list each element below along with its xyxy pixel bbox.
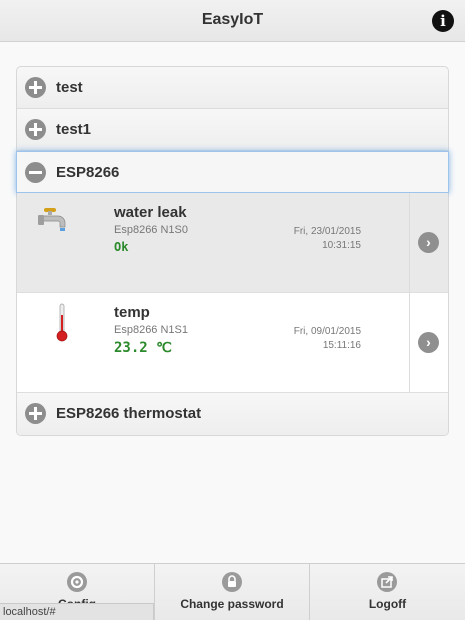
sensor-row-temp[interactable]: temp Esp8266 N1S1 23.2 ℃ Fri, 09/01/2015… (17, 293, 448, 393)
change-password-label: Change password (180, 597, 284, 611)
sensor-time: 10:31:15 (322, 240, 361, 251)
sensor-timestamp: Fri, 09/01/2015 15:11:16 (294, 325, 361, 353)
group-label: test (56, 79, 83, 96)
sensor-name: water leak (114, 204, 187, 221)
logoff-label: Logoff (368, 597, 407, 611)
sensor-groups: test test1 ESP8266 water leak Esp8266 N1… (16, 66, 449, 436)
sensor-time: 15:11:16 (322, 340, 361, 351)
gear-icon (67, 572, 87, 592)
group-test[interactable]: test (17, 67, 448, 109)
sensor-date: Fri, 23/01/2015 (293, 226, 361, 237)
sensor-value: Ok (114, 240, 129, 254)
plus-icon (25, 77, 46, 98)
chevron-right-icon[interactable]: › (418, 332, 439, 353)
sensor-node: Esp8266 N1S0 (114, 224, 188, 236)
logoff-button[interactable]: Logoff (310, 564, 465, 620)
logout-icon (377, 572, 397, 592)
sensor-value: 23.2 ℃ (114, 340, 172, 356)
group-esp8266-thermostat[interactable]: ESP8266 thermostat (17, 393, 448, 435)
thermometer-icon (56, 303, 68, 342)
change-password-button[interactable]: Change password (155, 564, 310, 620)
faucet-icon (38, 208, 66, 231)
sensor-date: Fri, 09/01/2015 (293, 326, 361, 337)
group-test1[interactable]: test1 (17, 109, 448, 151)
sensor-main[interactable]: water leak Esp8266 N1S0 Ok Fri, 23/01/20… (17, 193, 410, 292)
group-esp8266[interactable]: ESP8266 (16, 151, 449, 193)
sensor-name: temp (114, 304, 150, 321)
minus-icon (25, 162, 46, 183)
group-label: test1 (56, 121, 92, 138)
group-esp8266-content: water leak Esp8266 N1S0 Ok Fri, 23/01/20… (17, 193, 448, 393)
plus-icon (25, 119, 46, 140)
group-label: ESP8266 thermostat (56, 405, 202, 422)
sensor-row-water-leak[interactable]: water leak Esp8266 N1S0 Ok Fri, 23/01/20… (17, 193, 448, 293)
info-icon[interactable]: i (432, 10, 454, 32)
sensor-timestamp: Fri, 23/01/2015 10:31:15 (294, 225, 361, 253)
chevron-right-icon[interactable]: › (418, 232, 439, 253)
lock-icon (222, 572, 242, 592)
status-bar-url: localhost/# (0, 603, 154, 620)
sensor-main[interactable]: temp Esp8266 N1S1 23.2 ℃ Fri, 09/01/2015… (17, 293, 410, 392)
app-header: EasyIoT i (0, 0, 465, 42)
group-label: ESP8266 (56, 164, 120, 181)
footer-navbar: Config Change password Logoff localhost/… (0, 563, 465, 620)
app-title: EasyIoT (201, 11, 264, 28)
sensor-node: Esp8266 N1S1 (114, 324, 188, 336)
plus-icon (25, 403, 46, 424)
